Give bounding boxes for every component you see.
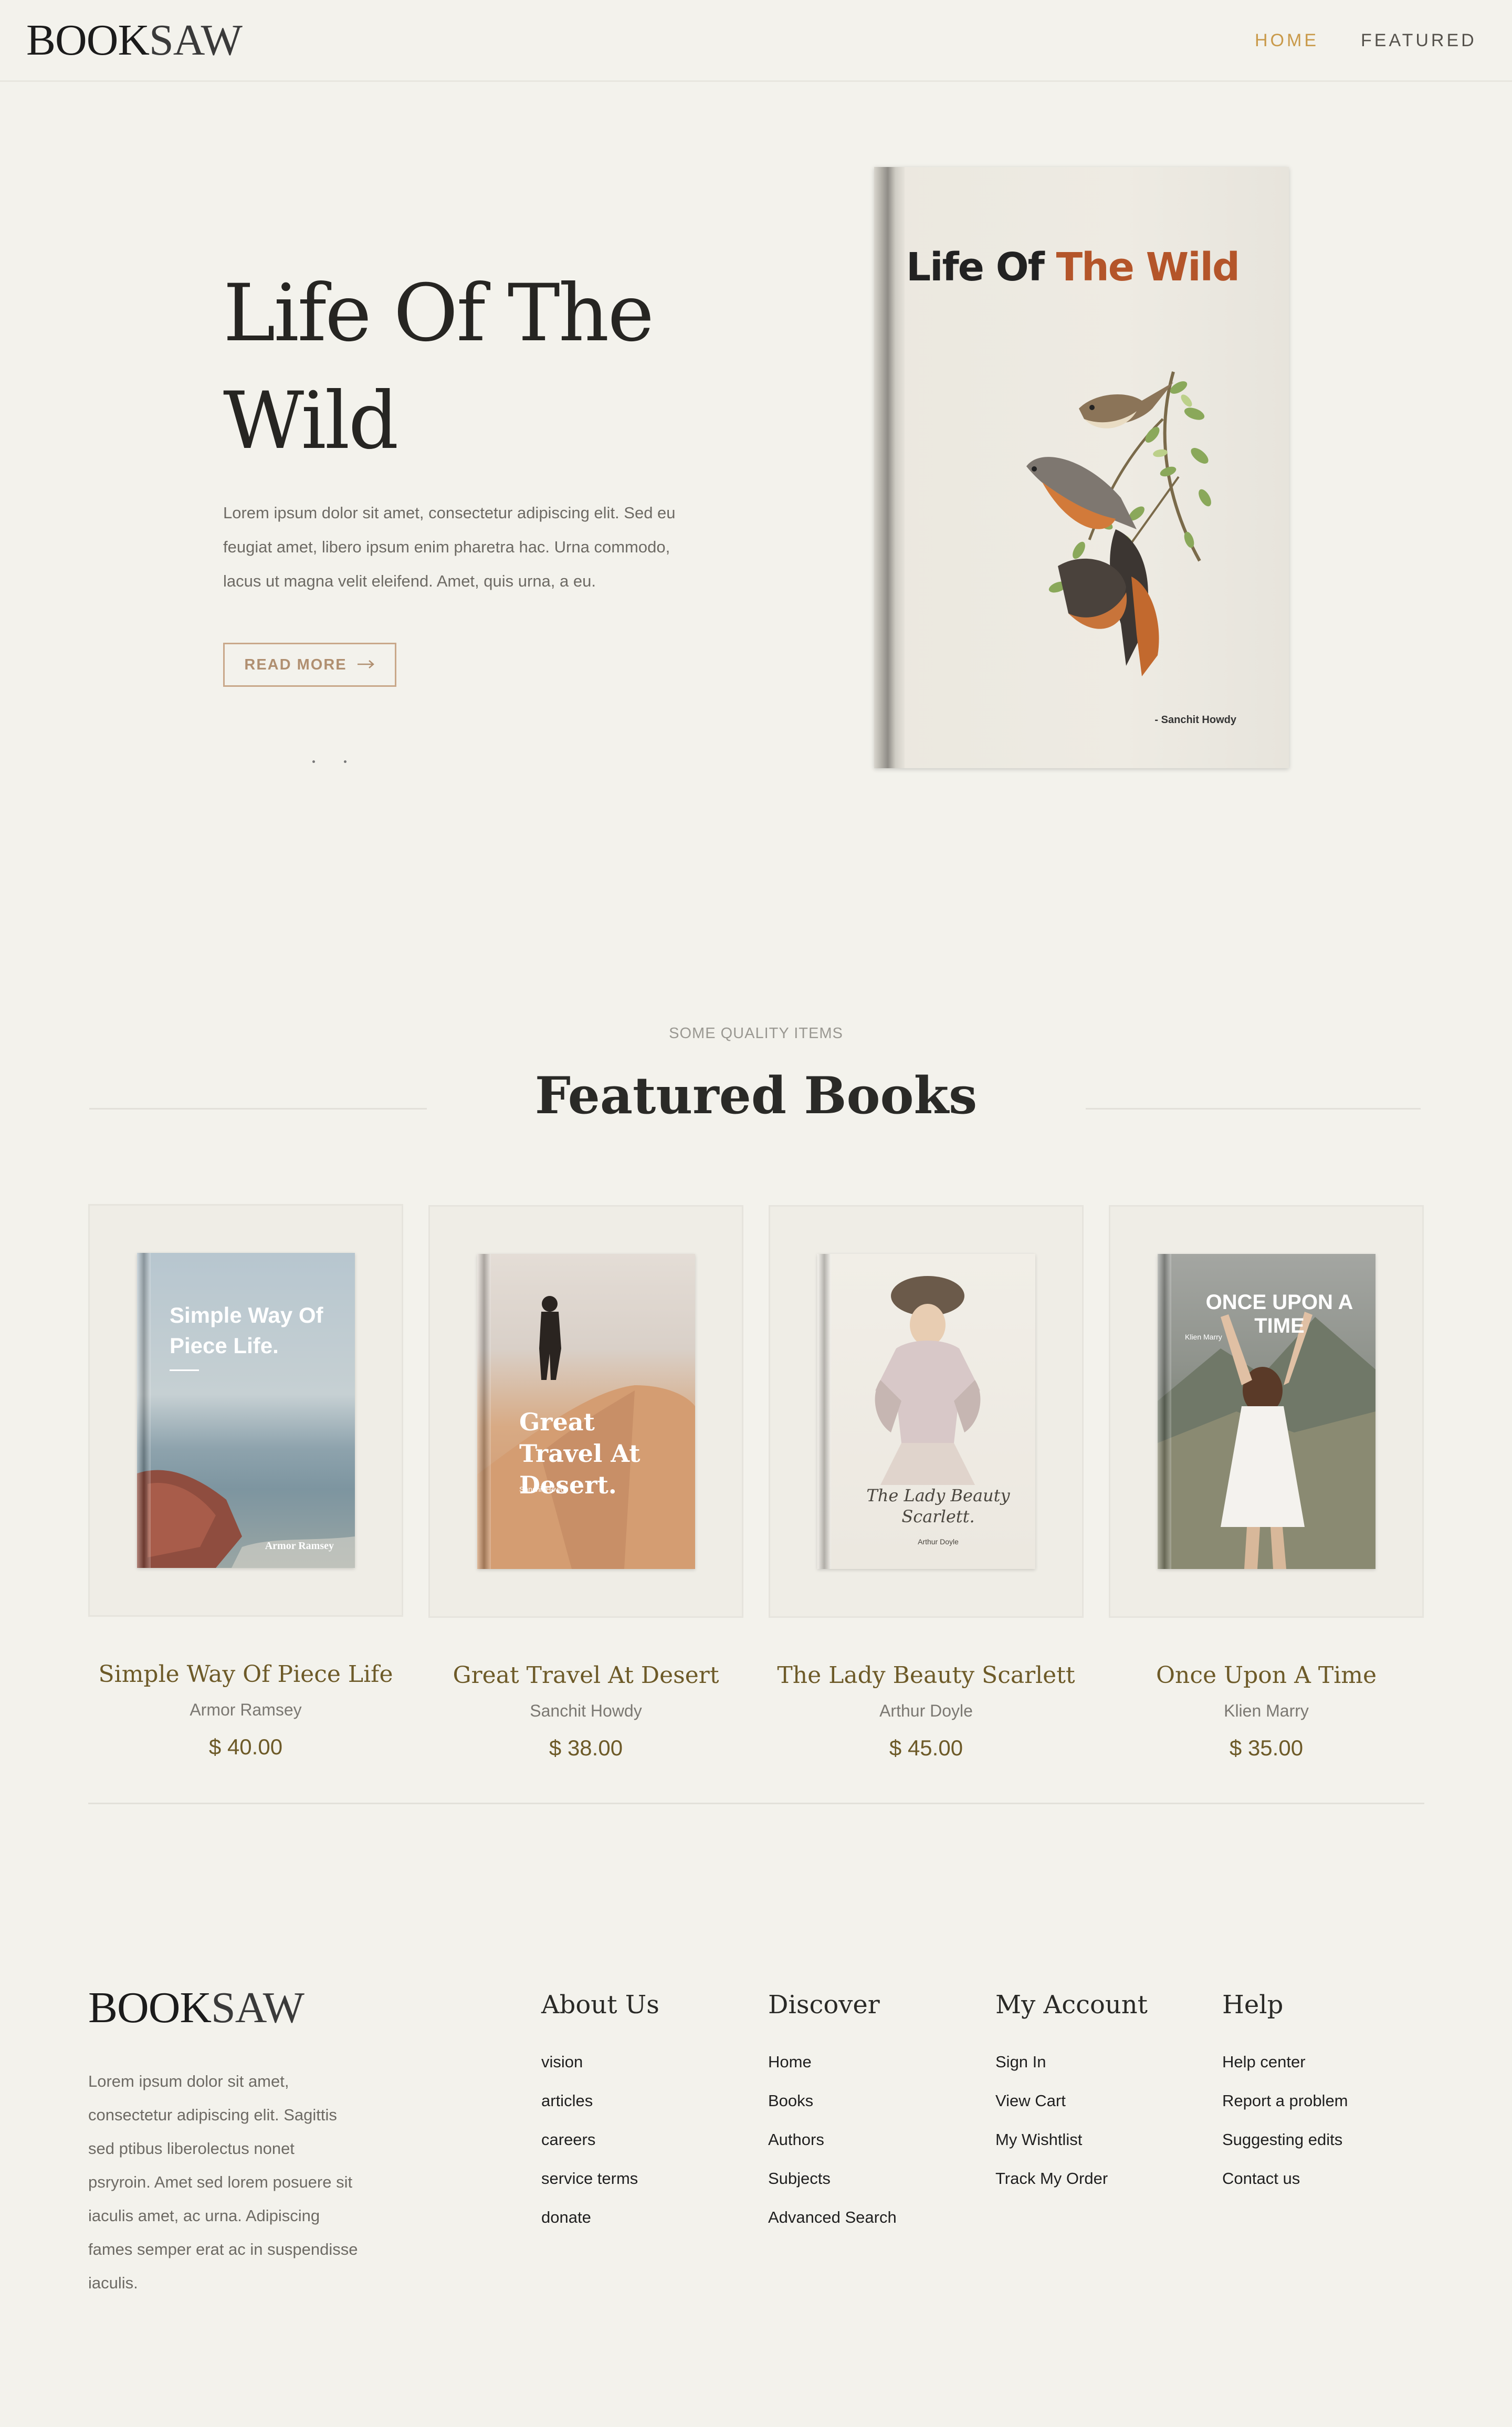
footer-column-my-account: My Account Sign In View Cart My Wishtlis… [995, 1990, 1148, 2205]
section-subtitle: SOME QUALITY ITEMS [669, 1025, 843, 1042]
cover-author: Sanchit Howdy [519, 1485, 569, 1493]
arrow-right-icon [356, 656, 375, 674]
footer-link[interactable]: articles [541, 2089, 659, 2128]
cover-title: Simple Way Of Piece Life. [170, 1303, 323, 1358]
title-rule-right [1086, 1108, 1421, 1110]
footer-column-help: Help Help center Report a problem Sugges… [1222, 1990, 1348, 2205]
book-spine [477, 1254, 491, 1569]
nav-home[interactable]: HOME [1255, 30, 1319, 51]
footer-description: Lorem ipsum dolor sit amet, consectetur … [88, 2072, 358, 2292]
footer-link[interactable]: Subjects [768, 2167, 897, 2205]
book-card[interactable]: Simple Way Of Piece Life. Armor Ramsey [88, 1204, 403, 1617]
footer-heading: Help [1222, 1990, 1284, 2020]
site-header: BOOKSAW HOME FEATURED [0, 0, 1512, 82]
lady-portrait-image [875, 1276, 981, 1485]
footer-heading: My Account [995, 1990, 1148, 2020]
read-more-label: READ MORE [244, 656, 347, 673]
book-price: $ 38.00 [549, 1735, 623, 1760]
book-cover[interactable]: ONCE UPON A TIME Klien Marry [1158, 1254, 1376, 1569]
book-spine [137, 1253, 151, 1568]
footer-column-discover: Discover Home Books Authors Subjects Adv… [768, 1990, 897, 2244]
hero-description: Lorem ipsum dolor sit amet, consectetur … [223, 504, 676, 590]
footer-link[interactable]: service terms [541, 2167, 659, 2205]
logo-thin: SAW [149, 16, 243, 65]
cover-title: The Lady Beauty Scarlett. [866, 1486, 1010, 1526]
logo-bold: BOOK [88, 1983, 212, 2032]
section-title: Featured Books [534, 1066, 978, 1125]
book-price: $ 45.00 [889, 1735, 963, 1760]
book-author: Armor Ramsey [190, 1700, 302, 1719]
hero-title: Life Of The Wild [223, 268, 654, 467]
logo-thin: SAW [211, 1983, 304, 2032]
footer-link[interactable]: My Wishtlist [995, 2128, 1148, 2167]
footer-link[interactable]: vision [541, 2050, 659, 2089]
footer-link[interactable]: Report a problem [1222, 2089, 1348, 2128]
book-spine [817, 1254, 831, 1569]
book-cover[interactable]: Great Travel At Desert. Sanchit Howdy [477, 1254, 695, 1569]
cover-title: ONCE UPON A TIME [1205, 1291, 1353, 1337]
footer-heading: Discover [768, 1990, 880, 2020]
footer-link[interactable]: Contact us [1222, 2167, 1348, 2205]
book-cover[interactable]: The Lady Beauty Scarlett. Arthur Doyle [817, 1254, 1035, 1569]
footer-link[interactable]: Advanced Search [768, 2205, 897, 2244]
nav-featured[interactable]: FEATURED [1361, 30, 1477, 51]
cover-author: Klien Marry [1185, 1333, 1222, 1341]
book-author: Arthur Doyle [879, 1701, 973, 1720]
book-price: $ 40.00 [208, 1734, 283, 1759]
book-title[interactable]: Great Travel At Desert [428, 1662, 743, 1689]
cover-divider [170, 1369, 199, 1371]
hero-book-cover-author: - Sanchit Howdy [1154, 714, 1236, 726]
slider-dot[interactable] [344, 760, 346, 763]
book-card[interactable]: The Lady Beauty Scarlett. Arthur Doyle [769, 1205, 1084, 1618]
read-more-button[interactable]: READ MORE [223, 643, 396, 687]
footer-link[interactable]: Authors [768, 2128, 897, 2167]
logo-bold: BOOK [26, 16, 150, 65]
hero-book-cover[interactable]: Life Of The Wild - Sanchit Howdy [874, 167, 1289, 768]
slider-dot[interactable] [312, 760, 315, 763]
footer-logo[interactable]: BOOKSAW [88, 1982, 304, 2033]
footer-heading: About Us [541, 1990, 659, 2020]
book-author: Sanchit Howdy [530, 1701, 642, 1720]
cover-author: Armor Ramsey [265, 1540, 334, 1552]
footer-link[interactable]: View Cart [995, 2089, 1148, 2128]
section-divider [88, 1803, 1424, 1804]
footer-link[interactable]: Sign In [995, 2050, 1148, 2089]
book-title[interactable]: Once Upon A Time [1109, 1662, 1424, 1689]
footer-link[interactable]: Help center [1222, 2050, 1348, 2089]
birds-illustration [1026, 371, 1211, 676]
footer-link[interactable]: careers [541, 2128, 659, 2167]
book-price: $ 35.00 [1229, 1735, 1304, 1760]
slider-dots [312, 756, 375, 766]
footer-link[interactable]: donate [541, 2205, 659, 2244]
book-spine [1158, 1254, 1171, 1569]
footer-column-about: About Us vision articles careers service… [541, 1990, 659, 2244]
hero-book-cover-title: Life Of The Wild [906, 245, 1240, 290]
book-card[interactable]: ONCE UPON A TIME Klien Marry [1109, 1205, 1424, 1618]
book-title[interactable]: The Lady Beauty Scarlett [769, 1662, 1084, 1689]
book-author: Klien Marry [1224, 1701, 1309, 1720]
site-logo[interactable]: BOOKSAW [26, 15, 243, 66]
footer-link[interactable]: Track My Order [995, 2167, 1148, 2205]
title-rule-left [89, 1108, 427, 1110]
footer-link[interactable]: Suggesting edits [1222, 2128, 1348, 2167]
footer-link[interactable]: Books [768, 2089, 897, 2128]
footer-link[interactable]: Home [768, 2050, 897, 2089]
book-card[interactable]: Great Travel At Desert. Sanchit Howdy [428, 1205, 743, 1618]
book-cover[interactable]: Simple Way Of Piece Life. Armor Ramsey [137, 1253, 355, 1568]
cover-author: Arthur Doyle [918, 1537, 959, 1546]
book-title[interactable]: Simple Way Of Piece Life [88, 1661, 403, 1688]
